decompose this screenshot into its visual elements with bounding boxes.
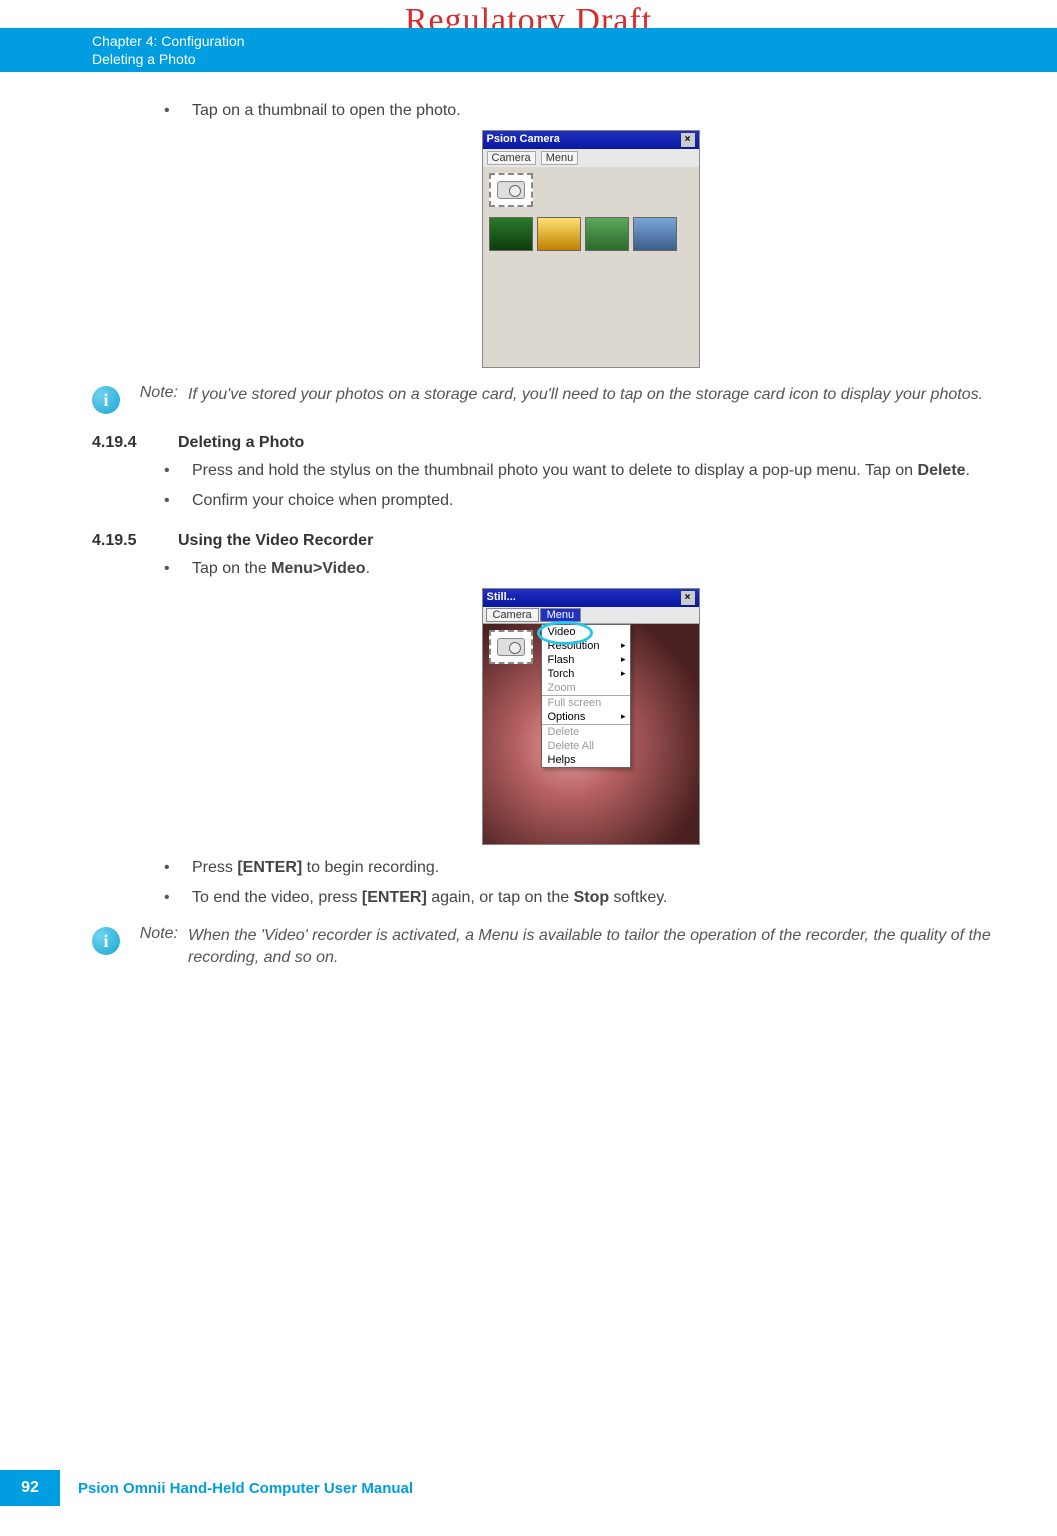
text: Press and hold the stylus on the thumbna… (192, 462, 918, 479)
camera-tab[interactable]: Camera (486, 608, 539, 622)
ss1-menubar: Camera Menu (483, 149, 699, 167)
close-icon[interactable]: × (681, 591, 695, 605)
camera-slot (489, 630, 533, 664)
menu-item-fullscreen: Full screen (542, 696, 630, 710)
menu-item-flash[interactable]: Flash (542, 653, 630, 667)
ss1-menu-menu[interactable]: Menu (541, 151, 579, 165)
note-label: Note: (130, 925, 178, 969)
list-item: Confirm your choice when prompted. (164, 490, 1017, 512)
video-highlight-circle (537, 621, 593, 645)
ss2-title-text: Still... (487, 591, 516, 605)
menu-tab[interactable]: Menu (540, 608, 582, 622)
chapter-header: Chapter 4: Configuration Deleting a Phot… (0, 28, 1057, 72)
section-title: Deleting a Photo (178, 434, 304, 452)
menu-item-options[interactable]: Options (542, 710, 630, 724)
footer: 92 Psion Omnii Hand-Held Computer User M… (0, 1470, 1057, 1506)
thumbnail[interactable] (537, 217, 581, 251)
menu-item-helps[interactable]: Helps (542, 753, 630, 767)
camera-icon (497, 638, 525, 656)
list-item: Tap on the Menu>Video. (164, 558, 1017, 580)
camera-icon (497, 181, 525, 199)
menu-item-delete-all: Delete All (542, 739, 630, 753)
enter-keyword: [ENTER] (362, 889, 427, 906)
text: . (966, 462, 970, 479)
list-item: Press [ENTER] to begin recording. (164, 857, 1017, 879)
delete-keyword: Delete (918, 462, 966, 479)
menu-dropdown: Video Resolution Flash Torch Zoom Full s… (541, 624, 631, 768)
thumbnail[interactable] (585, 217, 629, 251)
stop-keyword: Stop (574, 889, 610, 906)
note-video-menu: i Note: When the 'Video' recorder is act… (92, 925, 1017, 969)
text: . (366, 560, 370, 577)
info-icon: i (92, 386, 120, 414)
enter-keyword: [ENTER] (237, 859, 302, 876)
ss1-title-text: Psion Camera (487, 133, 560, 147)
thumbnail[interactable] (489, 217, 533, 251)
note-text: If you've stored your photos on a storag… (188, 384, 1017, 414)
list-item: Press and hold the stylus on the thumbna… (164, 460, 1017, 482)
psion-camera-screenshot: Psion Camera × Camera Menu (482, 130, 700, 368)
section-title: Using the Video Recorder (178, 532, 373, 550)
menu-item-delete: Delete (542, 725, 630, 739)
note-label: Note: (130, 384, 178, 414)
chapter-line: Chapter 4: Configuration (92, 32, 1057, 50)
ss1-camera-menu[interactable]: Camera (487, 151, 536, 165)
note-text: When the 'Video' recorder is activated, … (188, 925, 1017, 969)
list-item: To end the video, press [ENTER] again, o… (164, 887, 1017, 909)
menu-item-torch[interactable]: Torch (542, 667, 630, 681)
menu-item-zoom: Zoom (542, 681, 630, 695)
subtitle-line: Deleting a Photo (92, 50, 1057, 68)
menu-video-keyword: Menu>Video (271, 560, 365, 577)
section-number: 4.19.5 (92, 532, 154, 550)
text: Tap on the (192, 560, 271, 577)
close-icon[interactable]: × (681, 133, 695, 147)
note-storage-card: i Note: If you've stored your photos on … (92, 384, 1017, 414)
info-icon: i (92, 927, 120, 955)
text: To end the video, press (192, 889, 362, 906)
text: softkey. (609, 889, 667, 906)
text: to begin recording. (302, 859, 439, 876)
text: Press (192, 859, 237, 876)
text: again, or tap on the (427, 889, 574, 906)
footer-title: Psion Omnii Hand-Held Computer User Manu… (78, 1480, 413, 1497)
section-number: 4.19.4 (92, 434, 154, 452)
page-number: 92 (0, 1470, 60, 1506)
ss2-menubar: CameraMenu Video Resolution Flash Torch … (483, 607, 699, 624)
intro-bullet: Tap on a thumbnail to open the photo. (164, 100, 1017, 122)
thumbnail[interactable] (633, 217, 677, 251)
video-recorder-screenshot: Still... × CameraMenu Video Resolution F… (482, 588, 700, 845)
camera-slot (489, 173, 533, 207)
